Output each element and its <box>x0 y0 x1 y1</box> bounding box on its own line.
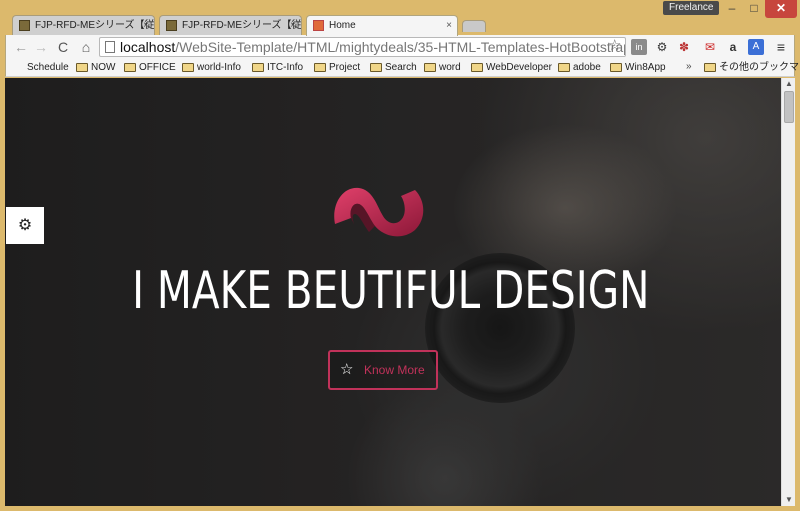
page-favicon-icon <box>19 20 30 31</box>
scroll-down-arrow-icon[interactable]: ▼ <box>782 494 796 506</box>
tab-close-button[interactable]: × <box>143 16 149 35</box>
folder-icon <box>558 63 570 72</box>
bookmark-label: ITC-Info <box>267 62 304 73</box>
menu-icon[interactable]: ≡ <box>773 39 789 55</box>
folder-icon <box>370 63 382 72</box>
bookmark-office[interactable]: OFFICE <box>124 61 176 75</box>
address-bar[interactable]: localhost/WebSite-Template/HTML/mightyde… <box>99 37 626 57</box>
bookmark-adobe[interactable]: adobe <box>558 61 601 75</box>
bookmark-world-info[interactable]: world-Info <box>182 61 241 75</box>
bookmark-label: adobe <box>573 62 601 73</box>
url-path: /WebSite-Template/HTML/mightydeals/35-HT… <box>175 39 626 55</box>
folder-icon <box>252 63 264 72</box>
bookmark-schedule[interactable]: Schedule <box>12 61 69 75</box>
tab-close-button[interactable]: × <box>290 16 296 35</box>
other-bookmarks[interactable]: その他のブックマーク <box>704 61 800 75</box>
bookmark-label: word <box>439 62 461 73</box>
browser-window: Freelance – □ ✕ FJP-RFD-MEシリーズ【従来 × FJP-… <box>0 0 800 511</box>
bookmark-webdeveloper[interactable]: WebDeveloper <box>471 61 552 75</box>
xampp-favicon-icon <box>313 20 324 31</box>
back-button[interactable]: ← <box>12 38 30 56</box>
bookmark-label: Search <box>385 62 417 73</box>
tab-fjp-2[interactable]: FJP-RFD-MEシリーズ【従来 × <box>159 15 302 35</box>
tab-title: FJP-RFD-MEシリーズ【従来 <box>182 20 302 31</box>
folder-icon <box>424 63 436 72</box>
home-button[interactable]: ⌂ <box>77 38 95 56</box>
folder-icon <box>182 63 194 72</box>
bookmarks-overflow-button[interactable]: » <box>686 61 692 72</box>
bookmark-word[interactable]: word <box>424 61 461 75</box>
tab-home[interactable]: Home × <box>306 15 458 36</box>
bookmark-label: Win8App <box>625 62 666 73</box>
tab-close-button[interactable]: × <box>446 16 452 35</box>
know-more-button[interactable]: ☆ Know More <box>328 350 438 390</box>
amazon-icon[interactable]: a <box>725 39 741 55</box>
scroll-up-arrow-icon[interactable]: ▲ <box>782 78 796 90</box>
gear-icon: ⚙ <box>17 217 33 234</box>
tab-fjp-1[interactable]: FJP-RFD-MEシリーズ【従来 × <box>12 15 155 35</box>
star-icon: ☆ <box>340 361 354 378</box>
tab-title: Home <box>329 20 356 31</box>
bookmark-search[interactable]: Search <box>370 61 417 75</box>
maximize-button[interactable]: □ <box>743 0 765 18</box>
gear-icon[interactable]: ⚙ <box>654 39 670 55</box>
bookmark-label: Schedule <box>27 62 69 73</box>
brand-logo-icon <box>334 187 424 237</box>
translate-icon[interactable]: ✉ <box>702 39 718 55</box>
bookmark-label: NOW <box>91 62 116 73</box>
ext-in-icon[interactable]: in <box>631 39 647 55</box>
settings-panel-toggle[interactable]: ⚙ <box>6 207 44 244</box>
folder-icon <box>471 63 483 72</box>
close-window-button[interactable]: ✕ <box>765 0 797 18</box>
hero-headline: I MAKE BEUTIFUL DESIGN <box>132 261 650 321</box>
bookmark-now[interactable]: NOW <box>76 61 115 75</box>
know-more-label: Know More <box>364 363 425 377</box>
forward-button[interactable]: → <box>32 38 50 56</box>
reload-button[interactable]: C <box>54 38 72 56</box>
bookmark-win8app[interactable]: Win8App <box>610 61 666 75</box>
folder-icon <box>610 63 622 72</box>
url-host: localhost <box>120 39 176 55</box>
bookmark-label: world-Info <box>197 62 241 73</box>
hero-section: ⚙ I MAKE BEUTIFUL DESIGN ☆ Know More <box>5 78 781 506</box>
bookmark-label: その他のブックマーク <box>719 62 800 73</box>
bookmark-label: Project <box>329 62 361 73</box>
folder-icon <box>76 63 88 72</box>
google-translate-icon[interactable]: A <box>748 39 764 55</box>
page-favicon-icon <box>166 20 177 31</box>
page-scrollbar[interactable]: ▲ ▼ <box>781 78 795 506</box>
puzzle-icon[interactable]: ✽ <box>676 39 692 55</box>
folder-icon <box>704 63 716 72</box>
bookmark-label: OFFICE <box>139 62 176 73</box>
bookmark-itc-info[interactable]: ITC-Info <box>252 61 303 75</box>
tab-title: FJP-RFD-MEシリーズ【従来 <box>35 20 155 31</box>
page-icon <box>105 41 115 53</box>
scroll-thumb[interactable] <box>784 91 794 123</box>
bookmark-project[interactable]: Project <box>314 61 360 75</box>
minimize-button[interactable]: – <box>721 0 743 18</box>
folder-icon <box>124 63 136 72</box>
profile-badge[interactable]: Freelance <box>663 1 720 15</box>
folder-icon <box>314 63 326 72</box>
bookmarks-bar: Schedule NOW OFFICE world-Info ITC-Info … <box>5 59 800 77</box>
bookmark-label: WebDeveloper <box>486 62 552 73</box>
new-tab-button[interactable] <box>462 20 486 32</box>
browser-toolbar: ← → C ⌂ localhost/WebSite-Template/HTML/… <box>5 35 795 59</box>
bookmark-star-icon[interactable]: ☆ <box>608 38 621 54</box>
